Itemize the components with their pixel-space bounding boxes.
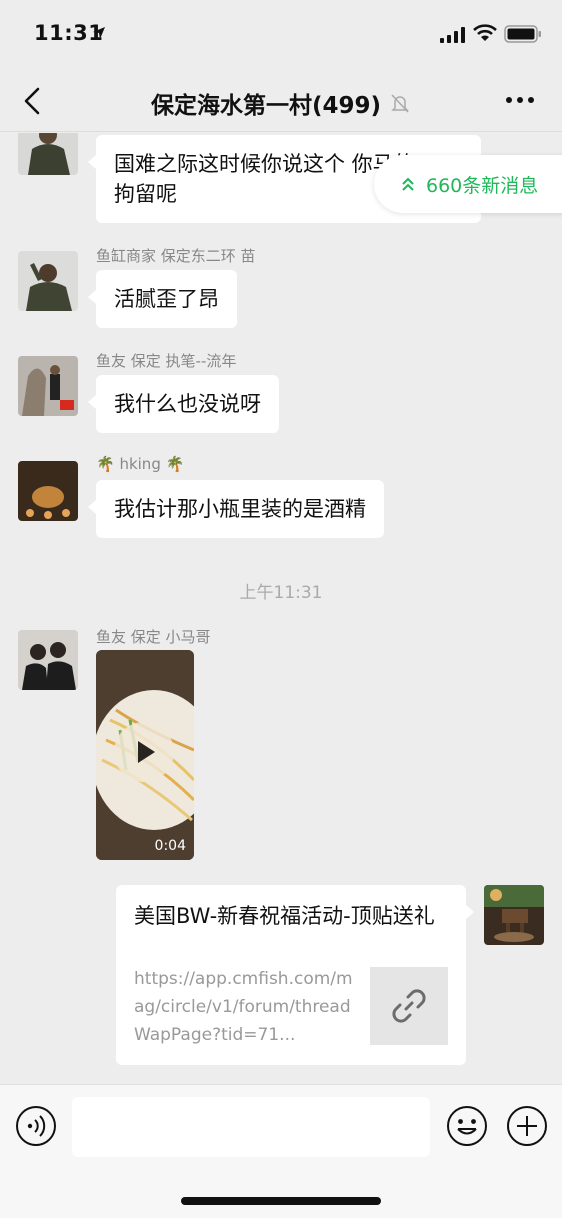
link-url: https://app.cmfish.com/mag/circle/v1/for… [134, 969, 353, 1045]
chat-title-container: 保定海水第一村(499) [0, 86, 562, 120]
more-options-icon[interactable] [505, 96, 535, 104]
avatar[interactable] [18, 133, 78, 175]
new-messages-button[interactable]: 660条新消息 [374, 155, 562, 213]
sender-name: 鱼缸商家 保定东二环 苗 [96, 247, 256, 265]
link-card-message[interactable]: 美国BW-新春祝福活动-顶贴送礼 https://app.cmfish.com/… [116, 885, 474, 1065]
sender-name: 🌴 hking 🌴 [96, 455, 185, 473]
home-indicator[interactable] [181, 1197, 381, 1205]
message-text-input[interactable] [72, 1097, 430, 1157]
message-bubble[interactable]: 我估计那小瓶里装的是酒精 [88, 480, 384, 538]
play-icon[interactable] [114, 722, 174, 782]
link-thumbnail [370, 967, 448, 1045]
new-messages-label: 660条新消息 [426, 174, 539, 197]
emoji-icon[interactable] [446, 1105, 488, 1147]
chat-header: 保定海水第一村(499) [0, 70, 562, 132]
chat-title: 保定海水第一村(499) [150, 93, 382, 119]
message-bubble[interactable]: 我什么也没说呀 [88, 375, 279, 433]
wifi-icon [473, 24, 497, 41]
cellular-signal-icon [440, 27, 465, 43]
more-functions-plus-icon[interactable] [506, 1105, 548, 1147]
mute-bell-icon [391, 94, 409, 113]
sender-name: 鱼友 保定 小马哥 [96, 628, 211, 646]
message-timestamp: 上午11:31 [239, 583, 323, 603]
video-duration: 0:04 [154, 838, 186, 854]
voice-input-icon[interactable] [15, 1105, 57, 1147]
battery-icon [504, 25, 541, 43]
avatar[interactable] [18, 461, 78, 521]
avatar[interactable] [18, 630, 78, 690]
my-avatar[interactable] [484, 885, 544, 945]
avatar[interactable] [18, 251, 78, 311]
double-chevron-up-icon [402, 177, 414, 191]
link-title: 美国BW-新春祝福活动-顶贴送礼 [134, 904, 435, 928]
link-icon [392, 989, 426, 1023]
video-message[interactable]: 0:04 [96, 650, 194, 860]
status-bar: 11:31 [0, 0, 562, 70]
sender-name: 鱼友 保定 执笔--流年 [96, 352, 237, 370]
message-bubble[interactable]: 活腻歪了昂 [88, 270, 237, 328]
location-arrow-icon [93, 27, 105, 39]
avatar[interactable] [18, 356, 78, 416]
